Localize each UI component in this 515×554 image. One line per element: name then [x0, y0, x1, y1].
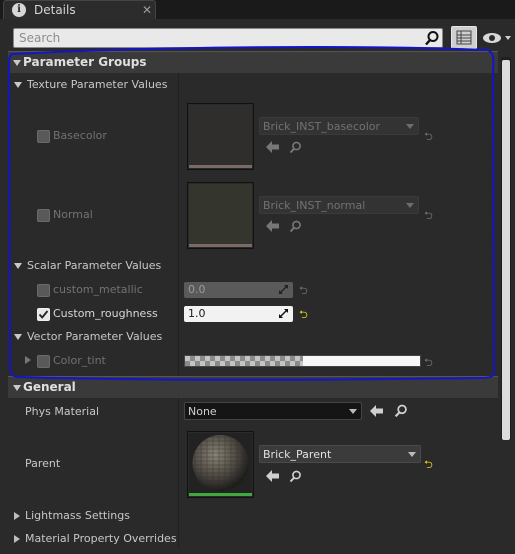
material-sphere-icon — [192, 435, 249, 491]
custom-metallic-number: 0.0 — [188, 283, 206, 296]
search-icon[interactable] — [394, 404, 408, 418]
details-icon: i — [12, 3, 26, 17]
normal-asset-name: Brick_INST_normal — [263, 199, 366, 212]
category-parameter-groups[interactable]: Parameter Groups — [8, 51, 498, 73]
chevron-down-icon — [408, 452, 416, 457]
chevron-down-icon — [406, 203, 414, 208]
list-view-icon — [456, 30, 472, 45]
custom-metallic-checkbox[interactable] — [37, 284, 50, 297]
reset-arrow-icon[interactable]: ⮌ — [299, 306, 308, 325]
color-tint-checkbox[interactable] — [37, 355, 50, 368]
search-icon[interactable] — [424, 30, 440, 46]
parent-label: Parent — [25, 457, 61, 470]
column-divider[interactable] — [178, 398, 179, 548]
custom-roughness-checkbox[interactable] — [37, 308, 50, 321]
custom-roughness-label: Custom_roughness — [53, 307, 158, 320]
normal-checkbox[interactable] — [37, 209, 50, 222]
phys-material-combo[interactable]: None — [184, 402, 362, 420]
arrow-left-icon[interactable] — [266, 220, 280, 232]
basecolor-checkbox[interactable] — [37, 130, 50, 143]
parent-thumbnail-bar — [189, 493, 252, 496]
normal-thumbnail[interactable] — [187, 182, 254, 249]
tab-details[interactable]: i Details ✕ — [3, 0, 156, 19]
chevron-right-icon[interactable] — [14, 535, 20, 543]
phys-material-label: Phys Material — [25, 405, 100, 418]
chevron-down-icon[interactable] — [14, 263, 22, 269]
search-icon[interactable] — [289, 470, 302, 483]
scalar-group-title: Scalar Parameter Values — [27, 259, 162, 272]
chevron-right-icon[interactable] — [14, 512, 20, 520]
color-tint-swatch[interactable] — [184, 355, 421, 367]
parent-thumbnail[interactable] — [187, 431, 254, 498]
vector-group-title: Vector Parameter Values — [27, 330, 163, 343]
custom-metallic-label: custom_metallic — [53, 283, 143, 296]
arrow-left-icon[interactable] — [266, 141, 280, 153]
reset-arrow-icon[interactable]: ⮌ — [424, 128, 433, 147]
list-view-button[interactable] — [451, 26, 477, 49]
search-placeholder: Search — [19, 31, 61, 45]
search-icon[interactable] — [289, 141, 302, 154]
reset-arrow-icon[interactable]: ⮌ — [424, 456, 433, 475]
custom-metallic-value[interactable]: 0.0 — [184, 282, 293, 298]
eye-icon[interactable] — [481, 30, 513, 46]
search-input[interactable]: Search — [13, 28, 443, 48]
arrow-left-icon[interactable] — [266, 470, 280, 482]
normal-label: Normal — [53, 208, 93, 221]
normal-asset-combo[interactable]: Brick_INST_normal — [259, 196, 419, 214]
basecolor-label: Basecolor — [53, 129, 107, 142]
checkmark-icon — [38, 310, 49, 319]
category-general[interactable]: General — [8, 376, 498, 398]
drag-arrows-icon — [279, 285, 288, 294]
material-property-overrides-label[interactable]: Material Property Overrides — [25, 532, 177, 545]
scrollbar-thumb[interactable] — [502, 60, 510, 440]
arrow-left-icon[interactable] — [370, 405, 384, 417]
category-title: General — [23, 380, 76, 394]
basecolor-thumbnail[interactable] — [187, 103, 254, 170]
color-tint-label: Color_tint — [53, 354, 106, 367]
category-title: Parameter Groups — [23, 55, 147, 69]
custom-roughness-number: 1.0 — [188, 307, 206, 320]
close-icon[interactable]: ✕ — [142, 3, 152, 17]
parent-asset-name: Brick_Parent — [263, 448, 332, 461]
phys-material-value: None — [188, 405, 217, 418]
search-icon[interactable] — [289, 220, 302, 233]
lightmass-settings-label[interactable]: Lightmass Settings — [25, 509, 130, 522]
chevron-down-icon — [13, 60, 21, 66]
chevron-down-icon — [13, 385, 21, 391]
chevron-down-icon[interactable] — [14, 334, 22, 340]
chevron-right-icon[interactable] — [25, 356, 31, 364]
custom-roughness-value[interactable]: 1.0 — [184, 306, 293, 322]
chevron-down-icon[interactable] — [14, 82, 22, 88]
texture-group-title: Texture Parameter Values — [27, 78, 168, 91]
tab-title: Details — [34, 3, 76, 17]
reset-arrow-icon[interactable]: ⮌ — [424, 354, 433, 373]
basecolor-asset-combo[interactable]: Brick_INST_basecolor — [259, 117, 419, 135]
reset-arrow-icon[interactable]: ⮌ — [299, 282, 308, 301]
reset-arrow-icon[interactable]: ⮌ — [424, 207, 433, 226]
basecolor-asset-name: Brick_INST_basecolor — [263, 120, 381, 133]
parent-asset-combo[interactable]: Brick_Parent — [259, 445, 421, 463]
chevron-down-icon — [406, 124, 414, 129]
drag-arrows-icon — [279, 309, 288, 318]
chevron-down-icon — [349, 409, 357, 414]
column-divider[interactable] — [178, 73, 179, 375]
